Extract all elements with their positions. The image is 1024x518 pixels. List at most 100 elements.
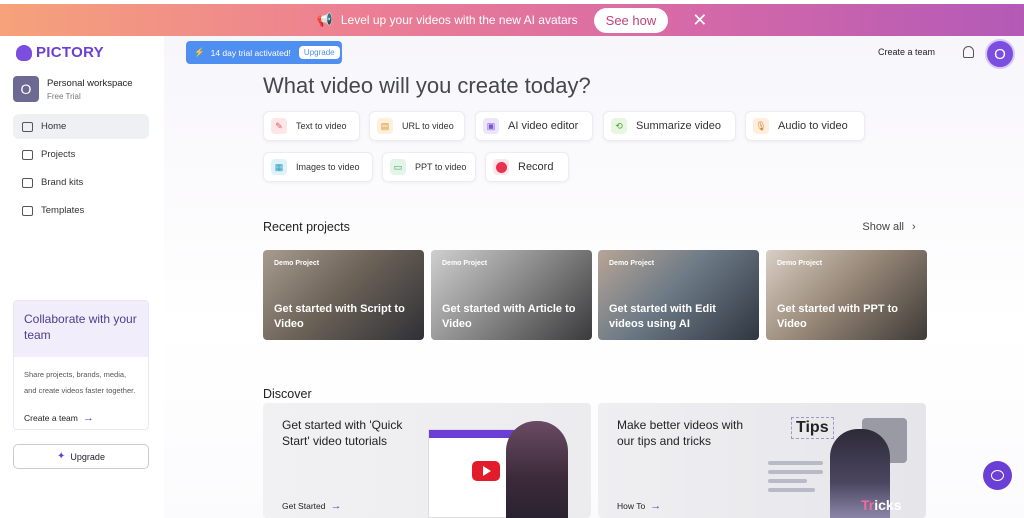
close-icon[interactable]: ✕ (692, 11, 707, 29)
option-label: URL to video (402, 121, 454, 131)
tricks-label-a: Tr (861, 497, 875, 513)
sparkle-icon: ✦ (57, 451, 66, 462)
sidebar-item-templates[interactable]: Templates (13, 198, 149, 223)
sidebar-item-brand-kits[interactable]: Brand kits (13, 170, 149, 195)
sidebar-item-label: Brand kits (41, 177, 84, 188)
collaborate-text-1: Share projects, brands, media, (24, 370, 127, 379)
arrow-right-icon: → (330, 500, 342, 512)
project-card[interactable]: Demo Project Get started with Edit video… (598, 250, 759, 340)
discover-title: Discover (263, 387, 312, 401)
bolt-icon: ⚡ (194, 47, 205, 57)
workspace-avatar: O (13, 76, 39, 102)
chat-icon (991, 470, 1004, 481)
discover-card-title: Make better videos with our tips and tri… (617, 418, 744, 448)
project-card[interactable]: Demo Project Get started with PPT to Vid… (766, 250, 927, 340)
project-tag: Demo Project (609, 260, 655, 267)
ppt-to-video-button[interactable]: ▭ PPT to video (382, 152, 476, 182)
ai-video-editor-icon: ▣ (483, 118, 499, 134)
promo-text: Level up your videos with the new AI ava… (340, 13, 578, 27)
arrow-right-icon: → (82, 412, 94, 424)
discover-card-title: Get started with 'Quick Start' video tut… (282, 418, 403, 448)
sidebar-item-label: Projects (41, 149, 76, 160)
upgrade-label: Upgrade (70, 451, 105, 462)
promo-banner: 📢 Level up your videos with the new AI a… (0, 4, 1024, 36)
discover-card-tutorials[interactable]: Get started with 'Quick Start' video tut… (263, 403, 591, 518)
project-title: Get started with PPT to Video (777, 303, 899, 330)
folder-icon (22, 149, 33, 160)
collaborate-text-2: and create videos faster together. (24, 386, 136, 395)
collaborate-title: Collaborate with your team (14, 301, 148, 357)
trial-badge: ⚡ 14 day trial activated! Upgrade (186, 41, 342, 64)
summarize-video-icon: ⟲ (611, 118, 627, 134)
text-to-video-icon: ✎ (271, 118, 287, 134)
megaphone-icon: 📢 (316, 12, 333, 27)
collaborate-card: Collaborate with your team Share project… (13, 300, 149, 430)
sidebar-item-projects[interactable]: Projects (13, 142, 149, 167)
project-tag: Demo Project (777, 260, 823, 267)
arrow-right-icon: → (650, 500, 662, 512)
sidebar-upgrade-button[interactable]: ✦ Upgrade (13, 444, 149, 469)
home-icon (22, 121, 33, 132)
option-label: Summarize video (636, 120, 721, 132)
how-to-link[interactable]: How To → (617, 500, 661, 512)
option-label: AI video editor (508, 120, 579, 132)
sidebar-item-home[interactable]: Home (13, 114, 149, 139)
sidebar-nav: Home Projects Brand kits Templates (13, 114, 149, 226)
link-label: How To (617, 501, 646, 511)
trial-text: 14 day trial activated! (210, 47, 291, 58)
option-label: Images to video (296, 162, 360, 172)
project-title: Get started with Article to Video (442, 303, 576, 330)
tricks-label: Tricks (861, 497, 901, 513)
project-tag: Demo Project (274, 260, 320, 267)
summarize-video-button[interactable]: ⟲ Summarize video (603, 111, 736, 141)
ppt-to-video-icon: ▭ (390, 159, 406, 175)
sidebar-item-label: Home (41, 121, 67, 132)
project-title: Get started with Edit videos using AI (609, 303, 716, 330)
project-card[interactable]: Demo Project Get started with Script to … (263, 250, 424, 340)
discover-card-tips[interactable]: Make better videos with our tips and tri… (598, 403, 926, 518)
workspace-name: Personal workspace (47, 77, 133, 89)
project-card[interactable]: Demo Project Get started with Article to… (431, 250, 592, 340)
project-tag: Demo Project (442, 260, 488, 267)
text-to-video-button[interactable]: ✎ Text to video (263, 111, 360, 141)
sidebar-item-label: Templates (41, 205, 85, 216)
pictory-logo[interactable]: PICTORY (16, 44, 104, 61)
presenter-image (506, 421, 568, 518)
trial-upgrade-button[interactable]: Upgrade (298, 46, 340, 59)
templates-icon (22, 205, 33, 216)
url-to-video-button[interactable]: ▤ URL to video (369, 111, 465, 141)
images-to-video-icon: ▦ (271, 159, 287, 175)
get-started-link[interactable]: Get Started → (282, 500, 341, 512)
audio-to-video-icon: 🎙 (753, 118, 769, 134)
project-title: Get started with Script to Video (274, 303, 405, 330)
chevron-right-icon: › (911, 221, 916, 233)
images-to-video-button[interactable]: ▦ Images to video (263, 152, 373, 182)
octopus-logo-icon (16, 44, 32, 61)
create-team-button[interactable]: Create a team (878, 47, 935, 57)
link-label: Get Started (282, 501, 326, 511)
ai-video-editor-button[interactable]: ▣ AI video editor (475, 111, 593, 141)
show-all-button[interactable]: Show all › (849, 216, 929, 238)
brand-name: PICTORY (36, 44, 104, 61)
create-team-link-label: Create a team (24, 413, 78, 423)
record-icon (493, 159, 509, 175)
decorative-lines (768, 461, 823, 497)
user-avatar[interactable]: O (985, 39, 1015, 69)
bell-icon[interactable] (963, 46, 974, 58)
show-all-label: Show all (862, 221, 904, 233)
url-to-video-icon: ▤ (377, 118, 393, 134)
record-button[interactable]: Record (485, 152, 569, 182)
option-label: Record (518, 161, 554, 173)
youtube-screenshot-image (428, 429, 518, 518)
tricks-label-b: icks (874, 497, 902, 513)
option-label: Text to video (296, 121, 347, 131)
chat-support-button[interactable] (983, 461, 1012, 490)
youtube-play-icon (472, 461, 500, 481)
create-team-link[interactable]: Create a team → (24, 412, 94, 424)
recent-projects-title: Recent projects (263, 220, 350, 234)
page-title: What video will you create today? (263, 73, 591, 98)
workspace-plan: Free Trial (47, 91, 81, 101)
see-how-button[interactable]: See how (593, 7, 669, 33)
audio-to-video-button[interactable]: 🎙 Audio to video (745, 111, 865, 141)
workspace-switcher[interactable]: O Personal workspace Free Trial (13, 76, 133, 102)
